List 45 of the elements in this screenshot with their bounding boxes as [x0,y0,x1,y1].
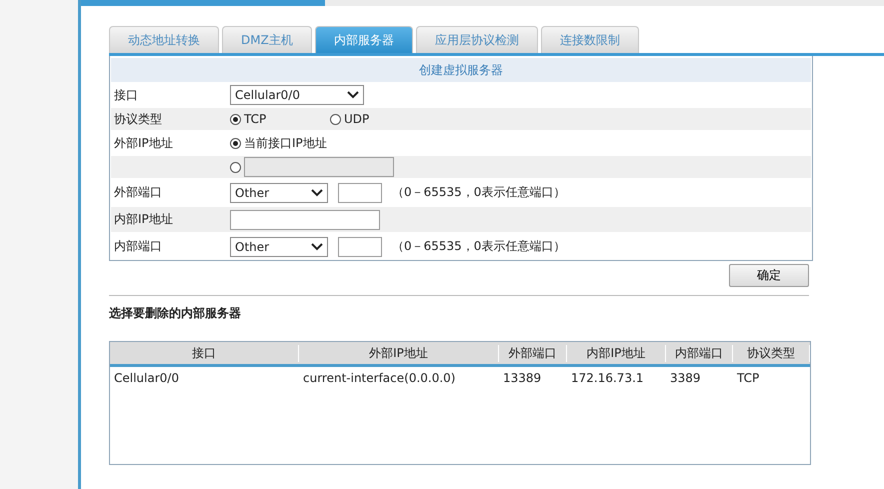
column-header: 内部端口 [666,344,733,362]
field-label: 接口 [113,86,139,104]
caret-icon [311,188,323,196]
table-cell-text: 172.16.73.1 [570,371,645,385]
table-cell-text: 13389 [502,371,542,385]
port-input-field[interactable] [338,182,382,202]
radio-button[interactable] [230,162,241,172]
table-cell-text: current-interface(0.0.0.0) [302,371,456,385]
field-label: 协议类型 [113,110,163,128]
port-hint: （0－65535，0表示任意端口） [392,184,566,201]
radio-button[interactable] [230,138,241,148]
field-label: 外部IP地址 [113,134,174,152]
field-label: 内部端口 [113,238,163,255]
ip-input-field[interactable] [230,210,380,230]
table-cell-text: Cellular0/0 [113,371,180,385]
radio-button[interactable] [230,114,241,124]
tab[interactable]: 应用层协议检测 [416,26,538,53]
form-title: 创建虚拟服务器 [111,58,811,82]
radio-label: TCP [244,112,266,126]
tab[interactable]: 内部服务器 [314,26,413,53]
column-header: 内部IP地址 [567,344,666,362]
field-label: 外部端口 [113,184,163,201]
field-label: 内部IP地址 [113,211,174,228]
confirm-button[interactable]: 确定 [729,264,809,287]
interface-select[interactable]: Cellular0/0 [230,85,364,105]
caret-icon [311,242,323,250]
port-hint: （0－65535，0表示任意端口） [392,238,566,255]
ip-input-field[interactable] [244,157,394,177]
radio-label: UDP [344,112,370,126]
radio-label: 当前接口IP地址 [244,134,327,152]
port-input-field[interactable] [338,236,382,256]
table-cell-text: 3389 [669,371,702,385]
tab[interactable]: DMZ主机 [222,26,312,53]
column-header: 协议类型 [733,344,810,362]
tab[interactable]: 动态地址转换 [109,26,219,53]
caret-icon [347,91,359,99]
port-select[interactable]: Other [230,236,328,256]
table-cell-text: TCP [736,371,760,385]
tab[interactable]: 连接数限制 [540,26,639,53]
column-header: 外部IP地址 [299,344,499,362]
radio-button[interactable] [330,114,341,124]
column-header: 外部端口 [499,344,567,362]
port-select[interactable]: Other [230,182,328,202]
section-title: 选择要删除的内部服务器 [109,305,242,322]
column-header: 接口 [110,344,299,362]
